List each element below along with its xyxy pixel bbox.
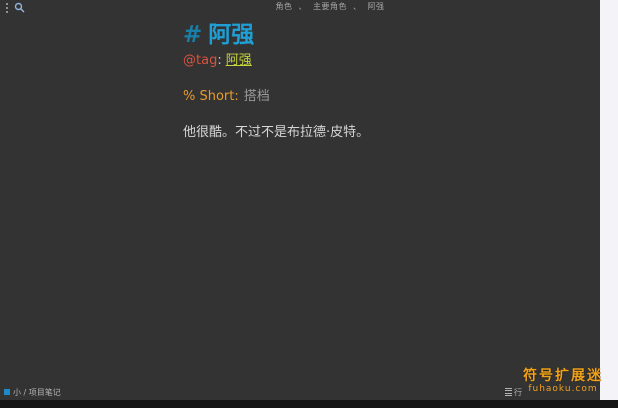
list-icon[interactable]	[505, 388, 512, 396]
short-value: 搭档	[243, 89, 270, 104]
tag-link[interactable]: 阿强	[226, 53, 252, 68]
bottom-strip	[0, 400, 618, 408]
short-key: % Short:	[183, 89, 239, 104]
breadcrumb-separator: 、	[353, 2, 362, 11]
breadcrumb-item-current[interactable]: 阿强	[368, 2, 385, 11]
note-title: # 阿强	[183, 20, 583, 50]
editor-window: 角色、主要角色、阿强 # 阿强 @tag: 阿强 % Short: 搭档 他很酷。不过…	[0, 0, 600, 400]
breadcrumb: 角色、主要角色、阿强	[0, 1, 600, 12]
note-body: 他很酷。不过不是布拉德·皮特。	[183, 125, 370, 140]
breadcrumb-item-roles[interactable]: 角色	[276, 2, 293, 11]
project-path[interactable]: 小 / 项目笔记	[13, 387, 61, 398]
tag-colon: :	[217, 53, 222, 68]
tag-key: @tag	[183, 53, 218, 68]
line-indicator: 行	[514, 388, 522, 397]
note-title-text: 阿强	[208, 22, 255, 48]
heading-marker: #	[183, 22, 203, 48]
status-bar: 小 / 项目笔记 行	[0, 386, 600, 400]
note-content[interactable]: # 阿强 @tag: 阿强 % Short: 搭档 他很酷。不过不是布拉德·皮特。	[183, 20, 583, 142]
breadcrumb-item-main-roles[interactable]: 主要角色	[313, 2, 347, 11]
project-color-icon	[4, 389, 10, 395]
tag-line: @tag: 阿强	[183, 52, 583, 70]
top-bar: 角色、主要角色、阿强	[0, 0, 600, 16]
short-line: % Short: 搭档	[183, 88, 583, 106]
breadcrumb-separator: 、	[298, 2, 307, 11]
